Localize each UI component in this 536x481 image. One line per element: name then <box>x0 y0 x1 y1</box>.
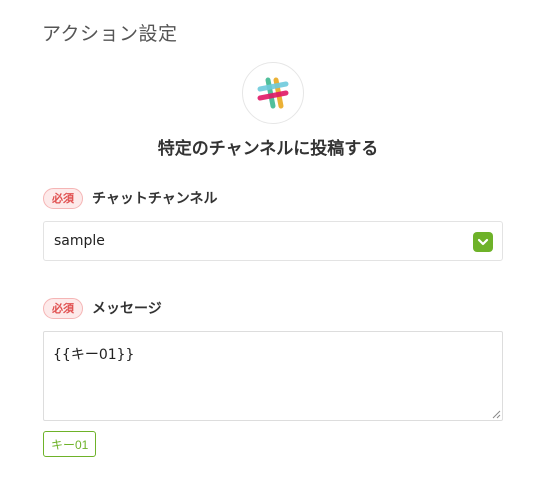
variable-chip-key01[interactable]: キー01 <box>43 431 97 457</box>
channel-select-value: sample <box>54 233 105 249</box>
channel-field-label-row: 必須 チャットチャンネル <box>43 187 217 209</box>
page-title: アクション設定 <box>42 23 178 45</box>
action-title: 特定のチャンネルに投稿する <box>157 139 379 159</box>
required-badge: 必須 <box>43 297 83 319</box>
required-badge: 必須 <box>43 187 83 209</box>
resize-handle-icon[interactable] <box>492 410 501 419</box>
channel-select[interactable]: sample <box>43 221 503 261</box>
slack-logo-icon <box>242 62 304 124</box>
message-field-label-row: 必須 メッセージ <box>43 297 162 319</box>
chevron-down-icon[interactable] <box>473 232 493 252</box>
message-field-label: メッセージ <box>92 301 162 317</box>
channel-field-label: チャットチャンネル <box>92 191 218 207</box>
message-textarea[interactable] <box>43 331 503 421</box>
